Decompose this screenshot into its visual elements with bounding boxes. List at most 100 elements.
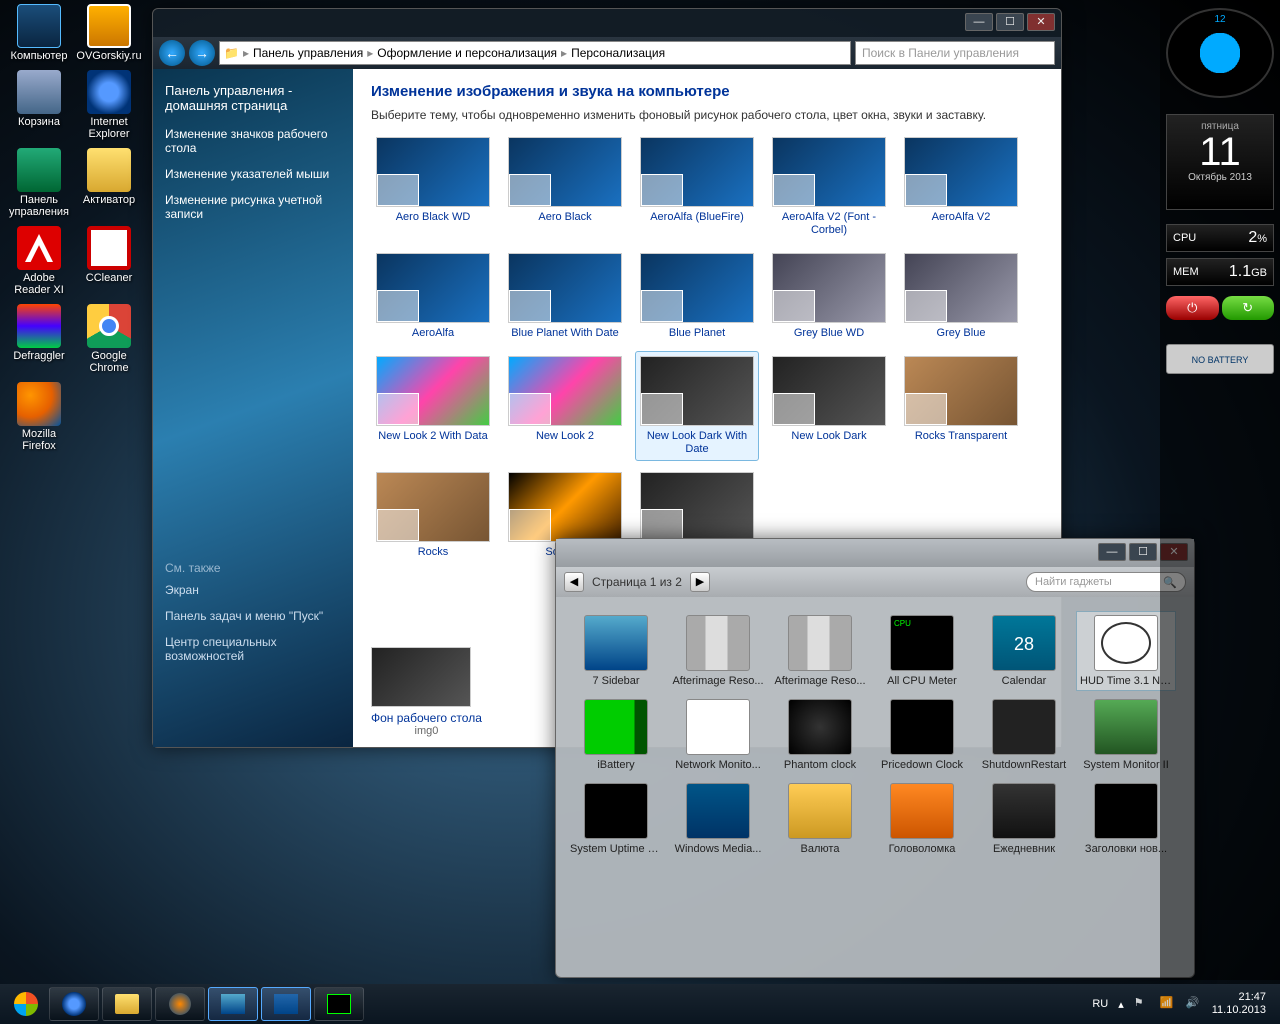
desktop-icon[interactable]: CCleaner — [74, 226, 144, 284]
breadcrumb[interactable]: 📁 ▸ Панель управления ▸ Оформление и пер… — [219, 41, 851, 65]
desktop-icon[interactable]: Активатор — [74, 148, 144, 206]
theme-item[interactable]: Grey Blue — [899, 248, 1023, 345]
breadcrumb-seg[interactable]: Персонализация — [571, 46, 665, 60]
theme-item[interactable]: Grey Blue WD — [767, 248, 891, 345]
gadget-item[interactable]: 7 Sidebar — [566, 611, 666, 691]
gadget-item[interactable]: System Uptime F... — [566, 779, 666, 859]
gadget-item[interactable]: iBattery — [566, 695, 666, 775]
gadget-item[interactable]: Ежедневник — [974, 779, 1074, 859]
theme-thumb — [904, 253, 1018, 323]
close-button[interactable]: ✕ — [1027, 13, 1055, 31]
power-gadget[interactable]: ⏻ ↻ — [1166, 296, 1274, 320]
sidebar-link[interactable]: Изменение указателей мыши — [165, 167, 341, 181]
taskbar-gadgets[interactable] — [208, 987, 258, 1021]
back-button[interactable]: ← — [159, 40, 185, 66]
shutdown-button[interactable]: ⏻ — [1166, 296, 1219, 320]
taskbar-personalization[interactable] — [261, 987, 311, 1021]
taskbar-explorer[interactable] — [102, 987, 152, 1021]
theme-item[interactable]: New Look Dark — [767, 351, 891, 461]
desktop-icon[interactable]: Mozilla Firefox — [4, 382, 74, 452]
gadget-item[interactable]: ShutdownRestart — [974, 695, 1074, 775]
page-next-button[interactable]: ▶ — [690, 572, 710, 592]
theme-item[interactable]: New Look 2 — [503, 351, 627, 461]
sidebar-link[interactable]: Изменение рисунка учетной записи — [165, 193, 341, 221]
desktop-icon[interactable]: Internet Explorer — [74, 70, 144, 140]
gadget-icon — [584, 783, 648, 839]
gadgets-window: — ☐ ✕ ◀ Страница 1 из 2 ▶ Найти гаджеты … — [555, 538, 1195, 978]
theme-item[interactable]: AeroAlfa V2 (Font - Corbel) — [767, 132, 891, 242]
theme-item[interactable]: AeroAlfa — [371, 248, 495, 345]
sidebar-home[interactable]: Панель управления - домашняя страница — [165, 83, 341, 113]
search-input[interactable]: Поиск в Панели управления — [855, 41, 1055, 65]
background-thumb — [371, 647, 471, 707]
gadget-label: Afterimage Reso... — [774, 675, 866, 687]
theme-item[interactable]: Blue Planet With Date — [503, 248, 627, 345]
gadget-label: Calendar — [978, 675, 1070, 687]
app-icon — [17, 382, 61, 426]
analog-clock-gadget[interactable] — [1166, 8, 1274, 98]
gadget-item[interactable]: Валюта — [770, 779, 870, 859]
taskbar-ie[interactable] — [49, 987, 99, 1021]
page-prev-button[interactable]: ◀ — [564, 572, 584, 592]
desktop-icon[interactable]: Defraggler — [4, 304, 74, 362]
tray-expand-icon[interactable]: ▴ — [1118, 998, 1124, 1011]
sidebar-link[interactable]: Экран — [165, 583, 341, 597]
taskbar-monitor[interactable] — [314, 987, 364, 1021]
background-row[interactable]: Фон рабочего стола img0 — [371, 647, 482, 737]
minimize-button[interactable]: — — [1098, 543, 1126, 561]
sidebar-link[interactable]: Изменение значков рабочего стола — [165, 127, 341, 155]
forward-button[interactable]: → — [189, 40, 215, 66]
breadcrumb-seg[interactable]: Панель управления — [253, 46, 363, 60]
taskbar-wmp[interactable] — [155, 987, 205, 1021]
gadget-label: System Monitor II — [1080, 759, 1172, 771]
desktop-icon[interactable]: Adobe Reader XI — [4, 226, 74, 296]
theme-label: Grey Blue WD — [772, 327, 886, 340]
desktop-icon[interactable]: Компьютер — [4, 4, 74, 62]
desktop-icon[interactable]: Корзина — [4, 70, 74, 128]
breadcrumb-seg[interactable]: Оформление и персонализация — [377, 46, 557, 60]
desktop-icon[interactable]: Панель управления — [4, 148, 74, 218]
gadget-item[interactable]: Головоломка — [872, 779, 972, 859]
gadget-item[interactable]: Phantom clock — [770, 695, 870, 775]
background-name: img0 — [371, 725, 482, 737]
theme-item[interactable]: New Look Dark With Date — [635, 351, 759, 461]
app-icon — [17, 148, 61, 192]
minimize-button[interactable]: — — [965, 13, 993, 31]
app-icon — [17, 4, 61, 48]
desktop-icon[interactable]: Google Chrome — [74, 304, 144, 374]
theme-item[interactable]: AeroAlfa (BlueFire) — [635, 132, 759, 242]
tray-flag-icon[interactable]: ⚑ — [1134, 996, 1150, 1012]
gadget-item[interactable]: Network Monito... — [668, 695, 768, 775]
mem-meter-gadget[interactable]: MEM 1.1GB — [1166, 258, 1274, 286]
theme-item[interactable]: Aero Black WD — [371, 132, 495, 242]
theme-item[interactable]: Rocks — [371, 467, 495, 564]
sidebar-link[interactable]: Центр специальных возможностей — [165, 635, 341, 663]
theme-item[interactable]: Aero Black — [503, 132, 627, 242]
maximize-button[interactable]: ☐ — [1129, 543, 1157, 561]
gadget-label: Головоломка — [876, 843, 968, 855]
taskbar-clock[interactable]: 21:47 11.10.2013 — [1212, 991, 1266, 1017]
start-button[interactable] — [6, 984, 46, 1024]
gadget-item[interactable]: Pricedown Clock — [872, 695, 972, 775]
gadget-item[interactable]: Windows Media... — [668, 779, 768, 859]
maximize-button[interactable]: ☐ — [996, 13, 1024, 31]
gadget-item[interactable]: 28Calendar — [974, 611, 1074, 691]
theme-item[interactable]: New Look 2 With Data — [371, 351, 495, 461]
calendar-gadget[interactable]: пятница 11 Октябрь 2013 — [1166, 114, 1274, 210]
theme-item[interactable]: AeroAlfa V2 — [899, 132, 1023, 242]
sidebar-link[interactable]: Панель задач и меню "Пуск" — [165, 609, 341, 623]
desktop-icon[interactable]: OVGorskiy.ru — [74, 4, 144, 62]
battery-gadget[interactable]: NO BATTERY — [1166, 344, 1274, 374]
restart-button[interactable]: ↻ — [1222, 296, 1275, 320]
theme-item[interactable]: Rocks Transparent — [899, 351, 1023, 461]
gadget-item[interactable]: Afterimage Reso... — [770, 611, 870, 691]
gadget-item[interactable]: All CPU Meter — [872, 611, 972, 691]
language-indicator[interactable]: RU — [1092, 998, 1108, 1010]
gadget-item[interactable]: Afterimage Reso... — [668, 611, 768, 691]
theme-thumb — [376, 137, 490, 207]
tray-volume-icon[interactable]: 🔊 — [1186, 996, 1202, 1012]
tray-network-icon[interactable]: 📶 — [1160, 996, 1176, 1012]
cpu-meter-gadget[interactable]: CPU 2% — [1166, 224, 1274, 252]
theme-label: Rocks Transparent — [904, 430, 1018, 443]
theme-item[interactable]: Blue Planet — [635, 248, 759, 345]
